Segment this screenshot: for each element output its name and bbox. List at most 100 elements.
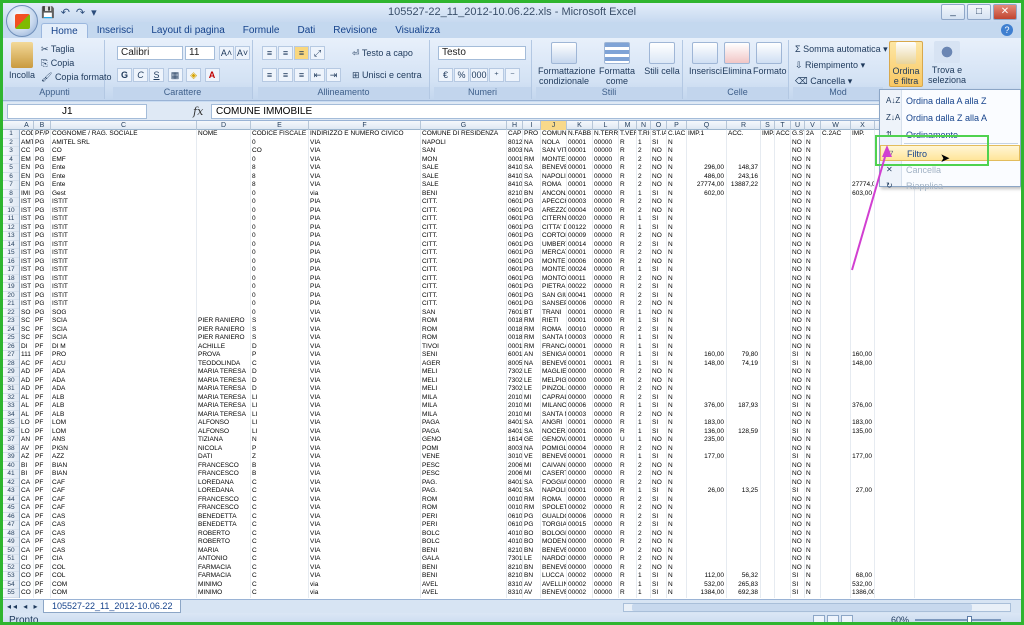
table-cell[interactable]: R [619,300,637,309]
table-cell[interactable]: RM [523,342,541,351]
table-cell[interactable]: 00185 [507,334,523,343]
table-cell[interactable]: N [667,478,687,487]
table-cell[interactable]: 2 [637,461,651,470]
table-cell[interactable]: PERI [421,521,507,530]
table-cell[interactable] [821,402,851,411]
table-cell[interactable]: AL [20,402,34,411]
table-cell[interactable]: N [805,512,821,521]
table-cell[interactable]: R [619,478,637,487]
table-cell[interactable]: D [251,385,309,394]
table-cell[interactable]: 73020 [507,376,523,385]
table-cell[interactable]: N [805,232,821,241]
table-cell[interactable]: SI [651,291,667,300]
table-cell[interactable]: 00000 [567,368,593,377]
table-cell[interactable] [775,189,791,198]
table-cell[interactable]: RM [523,495,541,504]
table-cell[interactable]: 2 [637,240,651,249]
table-cell[interactable] [687,410,727,419]
table-cell[interactable]: N [667,402,687,411]
table-cell[interactable]: CITT. [421,215,507,224]
table-cell[interactable]: PG [523,232,541,241]
table-cell[interactable]: CO [20,589,34,598]
table-cell[interactable]: 296,00 [687,164,727,173]
table-cell[interactable]: SCIA [51,325,197,334]
header-cell[interactable]: C.2AC [821,130,851,139]
table-cell[interactable]: NO [791,249,805,258]
table-cell[interactable] [851,495,875,504]
table-cell[interactable] [761,215,775,224]
table-cell[interactable]: N [667,368,687,377]
table-cell[interactable] [775,487,791,496]
table-cell[interactable]: 00100 [507,504,523,513]
table-cell[interactable]: C [251,563,309,572]
table-cell[interactable] [851,215,875,224]
table-cell[interactable]: PG [523,249,541,258]
table-cell[interactable]: 06012 [507,215,523,224]
table-cell[interactable]: FARMACIA [197,563,251,572]
table-cell[interactable] [197,266,251,275]
table-cell[interactable]: BENI [421,189,507,198]
table-cell[interactable]: SI [791,427,805,436]
table-cell[interactable] [761,359,775,368]
table-cell[interactable]: N [667,215,687,224]
table-cell[interactable]: 40100 [507,538,523,547]
column-header[interactable]: V [805,121,821,130]
table-cell[interactable]: RM [523,317,541,326]
table-cell[interactable]: R [619,164,637,173]
table-cell[interactable]: PF [34,529,51,538]
header-cell[interactable]: IMP.1 [687,130,727,139]
table-cell[interactable]: 00000 [593,470,619,479]
table-cell[interactable] [197,181,251,190]
zoom-level[interactable]: 60% [891,615,909,622]
table-cell[interactable]: VIA [309,572,421,581]
table-cell[interactable]: C [251,580,309,589]
table-cell[interactable] [775,291,791,300]
table-cell[interactable]: 06012 [507,300,523,309]
table-cell[interactable]: 76011 [507,308,523,317]
table-cell[interactable]: AV [523,580,541,589]
table-cell[interactable]: PF [34,555,51,564]
table-cell[interactable]: SI [651,189,667,198]
table-cell[interactable] [727,385,761,394]
delete-cells-button[interactable]: Elimina [721,42,753,76]
table-cell[interactable] [761,402,775,411]
table-cell[interactable]: 06012 [507,232,523,241]
table-cell[interactable]: EN [20,181,34,190]
table-cell[interactable]: N [251,436,309,445]
table-cell[interactable]: 00000 [567,393,593,402]
table-cell[interactable]: 1 [637,572,651,581]
table-cell[interactable] [775,470,791,479]
table-cell[interactable] [875,249,915,258]
worksheet-grid[interactable]: ABCDEFGHIJKLMNOPQRSTUVWXY 12345678910111… [3,121,1021,599]
table-cell[interactable]: R [619,308,637,317]
table-cell[interactable]: N [667,206,687,215]
table-cell[interactable]: NO [791,334,805,343]
close-button[interactable]: ✕ [993,4,1017,20]
table-cell[interactable]: SI [651,334,667,343]
table-cell[interactable]: 1 [637,427,651,436]
table-cell[interactable]: 06012 [507,240,523,249]
table-cell[interactable]: 00000 [593,453,619,462]
row-header[interactable]: 22 [3,309,19,317]
table-cell[interactable]: N [805,376,821,385]
align-bottom-icon[interactable]: ≡ [294,46,309,60]
table-cell[interactable]: 00000 [593,181,619,190]
table-cell[interactable]: Gest [51,189,197,198]
table-cell[interactable]: 06012 [507,266,523,275]
table-cell[interactable]: PG [523,274,541,283]
table-cell[interactable]: CI [20,555,34,564]
table-cell[interactable]: 00041 [567,291,593,300]
table-cell[interactable] [687,461,727,470]
table-cell[interactable] [761,555,775,564]
tab-inserisci[interactable]: Inserisci [88,23,143,39]
table-cell[interactable]: NO [791,283,805,292]
table-cell[interactable]: N [667,555,687,564]
table-cell[interactable]: PG [34,206,51,215]
table-cell[interactable]: PF [34,512,51,521]
table-cell[interactable] [875,555,915,564]
table-cell[interactable]: MARIA TERESA [197,410,251,419]
table-cell[interactable] [875,198,915,207]
table-cell[interactable]: N [667,189,687,198]
table-cell[interactable] [775,529,791,538]
table-cell[interactable]: VIA [309,164,421,173]
